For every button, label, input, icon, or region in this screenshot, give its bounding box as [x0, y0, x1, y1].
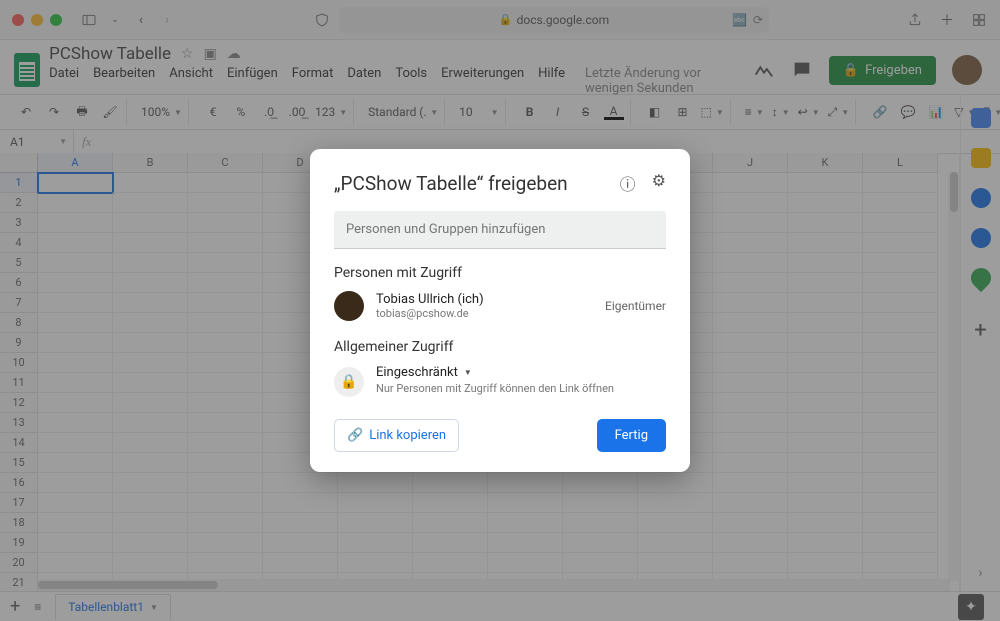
link-icon: 🔗	[347, 428, 363, 443]
copy-link-button[interactable]: 🔗 Link kopieren	[334, 419, 459, 452]
person-email: tobias@pcshow.de	[376, 307, 484, 320]
dialog-title: „PCShow Tabelle“ freigeben	[334, 172, 568, 195]
general-access-heading: Allgemeiner Zugriff	[334, 339, 666, 355]
help-icon[interactable]: ⓘ	[620, 171, 636, 195]
done-label: Fertig	[615, 428, 648, 443]
general-access-row: 🔒 Eingeschränkt ▼ Nur Personen mit Zugri…	[334, 365, 666, 397]
people-section-heading: Personen mit Zugriff	[334, 265, 666, 281]
access-level-subtitle: Nur Personen mit Zugriff können den Link…	[376, 382, 614, 395]
settings-icon[interactable]: ⚙	[652, 171, 666, 195]
person-row: Tobias Ullrich (ich) tobias@pcshow.de Ei…	[334, 291, 666, 321]
done-button[interactable]: Fertig	[597, 419, 666, 452]
person-avatar	[334, 291, 364, 321]
restricted-lock-icon: 🔒	[334, 367, 364, 397]
person-role: Eigentümer	[605, 299, 666, 313]
modal-overlay: „PCShow Tabelle“ freigeben ⓘ ⚙ Personen …	[0, 0, 1000, 621]
add-people-input[interactable]	[334, 211, 666, 249]
copy-link-label: Link kopieren	[369, 428, 446, 443]
access-level-select[interactable]: Eingeschränkt ▼	[376, 365, 614, 380]
person-name: Tobias Ullrich (ich)	[376, 292, 484, 307]
chevron-down-icon: ▼	[464, 368, 472, 377]
share-dialog: „PCShow Tabelle“ freigeben ⓘ ⚙ Personen …	[310, 149, 690, 472]
